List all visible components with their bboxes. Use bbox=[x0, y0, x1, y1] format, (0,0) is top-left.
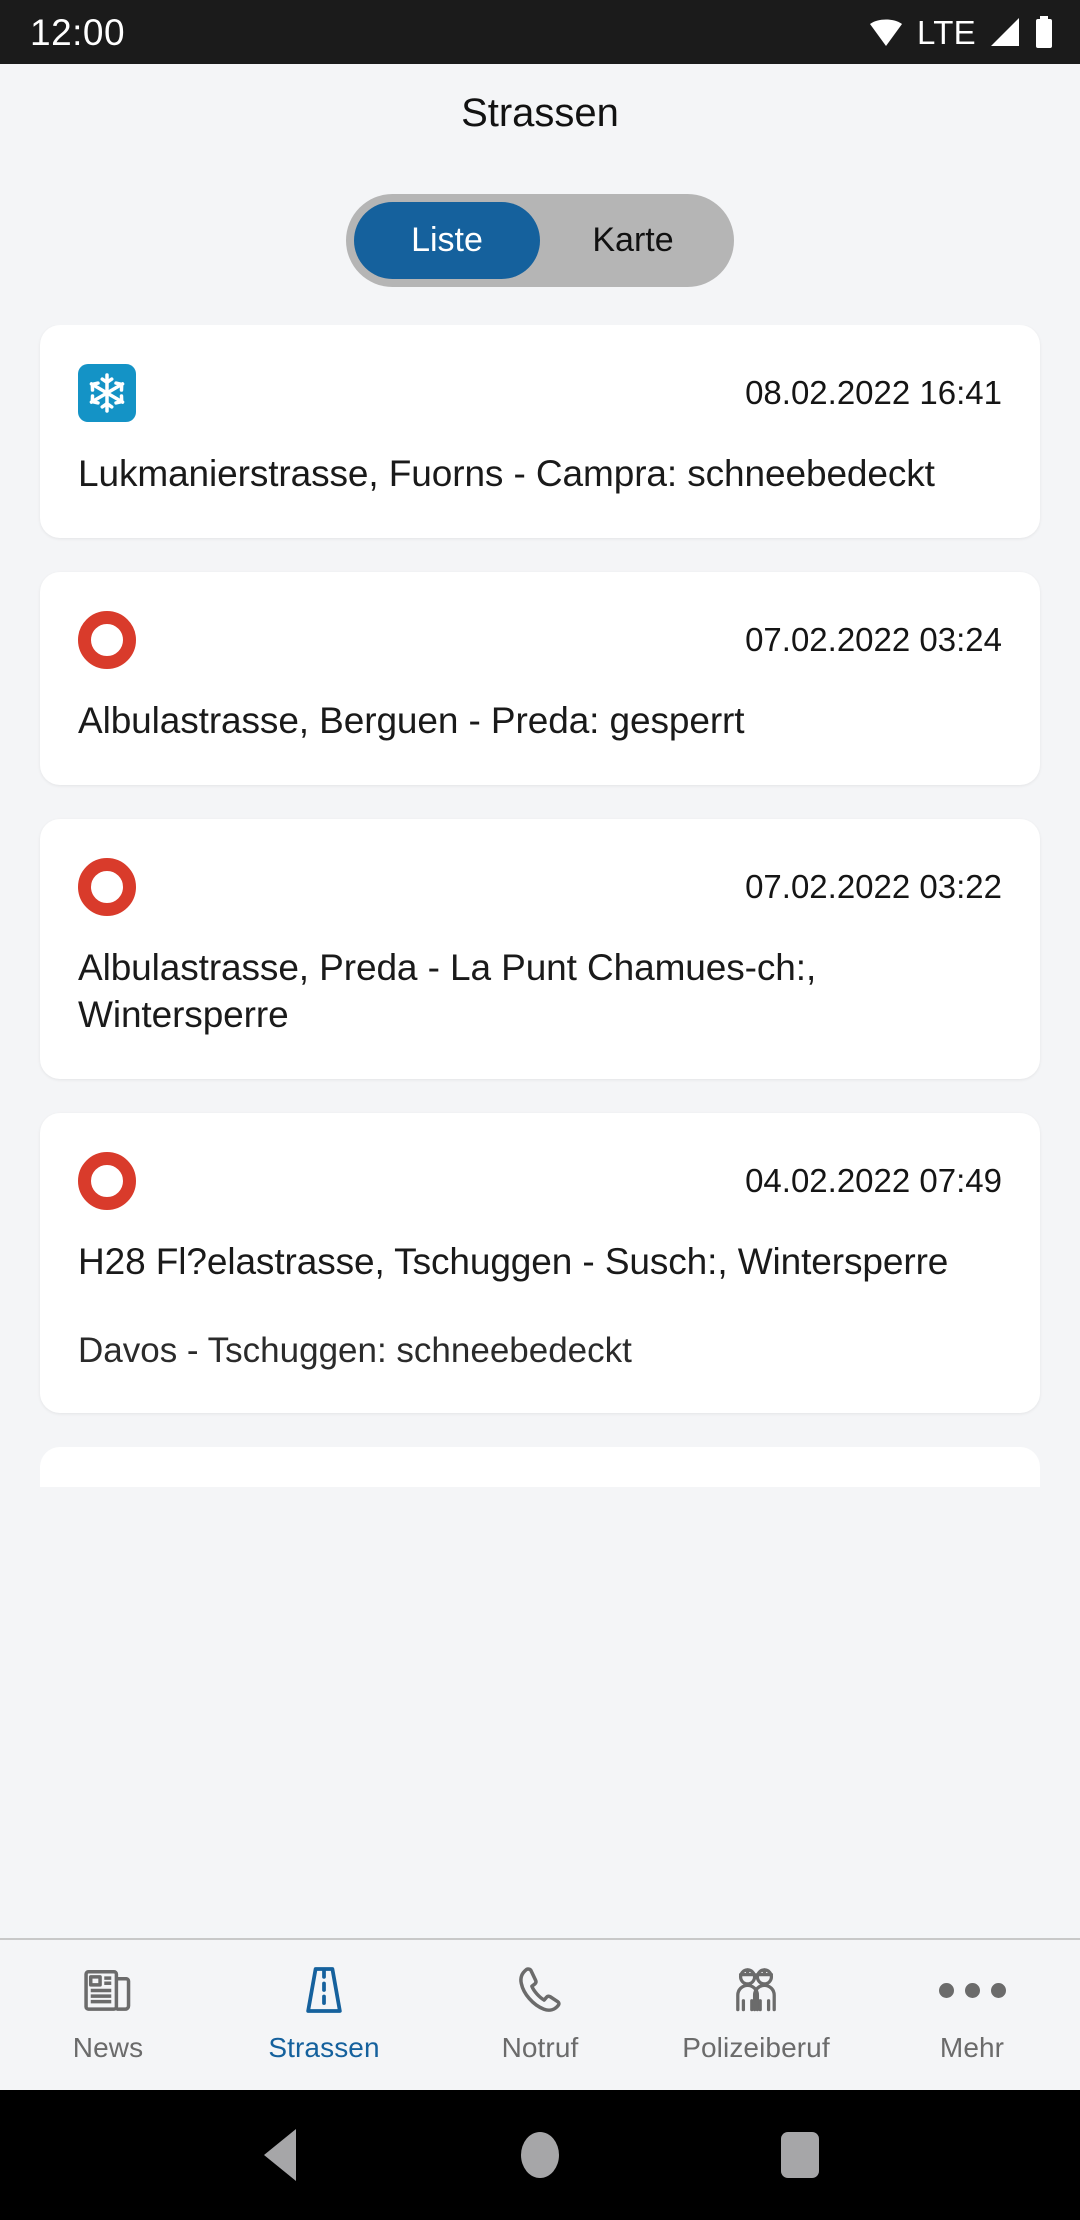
card-header-row: 07.02.2022 03:24 bbox=[78, 608, 1002, 672]
newspaper-icon bbox=[80, 1958, 136, 2022]
list-item-partial[interactable] bbox=[40, 1447, 1040, 1488]
tab-label: Mehr bbox=[939, 2032, 1005, 2063]
card-title: Albulastrasse, Berguen - Preda: gesperrt bbox=[78, 699, 745, 741]
phone-icon bbox=[512, 1958, 568, 2022]
road-closed-icon bbox=[78, 1151, 136, 1210]
home-button[interactable] bbox=[495, 2110, 585, 2200]
list-item[interactable]: 08.02.2022 16:41 Lukmanierstrasse, Fuorn… bbox=[40, 325, 1040, 538]
card-title: H28 Fl?elastrasse, Tschuggen - Susch:, W… bbox=[78, 1240, 949, 1282]
card-timestamp: 04.02.2022 07:49 bbox=[745, 1161, 1002, 1199]
card-subtitle: Davos - Tschuggen: schneebedeckt bbox=[78, 1330, 632, 1370]
signal-icon bbox=[989, 17, 1021, 47]
more-dots-icon bbox=[938, 1958, 1006, 2022]
segment-karte[interactable]: Karte bbox=[540, 202, 726, 279]
card-title: Lukmanierstrasse, Fuorns - Campra: schne… bbox=[78, 453, 935, 494]
tab-news[interactable]: News bbox=[0, 1958, 216, 2064]
app-header: Strassen bbox=[0, 64, 1080, 162]
system-navigation-bar bbox=[0, 2090, 1080, 2220]
tab-label: Polizeiberuf bbox=[682, 2032, 830, 2063]
card-header-row: 08.02.2022 16:41 bbox=[78, 361, 1002, 425]
network-type-label: LTE bbox=[917, 13, 976, 51]
people-icon bbox=[728, 1958, 784, 2022]
list-item[interactable]: 07.02.2022 03:24 Albulastrasse, Berguen … bbox=[40, 571, 1040, 785]
road-closed-icon bbox=[78, 857, 136, 916]
wifi-icon bbox=[868, 17, 904, 47]
phone-screen: 12:00 LTE Strassen Liste Karte 08.02.202… bbox=[0, 0, 1080, 2220]
view-mode-switcher: Liste Karte bbox=[0, 162, 1080, 325]
status-bar: 12:00 LTE bbox=[0, 0, 1080, 64]
tab-mehr[interactable]: Mehr bbox=[864, 1958, 1080, 2064]
card-timestamp: 08.02.2022 16:41 bbox=[745, 374, 1002, 411]
card-header-row: 04.02.2022 07:49 bbox=[78, 1149, 1002, 1213]
segment-liste[interactable]: Liste bbox=[354, 202, 540, 279]
tab-strassen[interactable]: Strassen bbox=[216, 1958, 432, 2064]
tab-polizeiberuf[interactable]: Polizeiberuf bbox=[648, 1958, 864, 2064]
card-header-row: 07.02.2022 03:22 bbox=[78, 855, 1002, 919]
tab-label: Strassen bbox=[268, 2032, 380, 2063]
battery-icon bbox=[1034, 16, 1054, 48]
tab-notruf[interactable]: Notruf bbox=[432, 1958, 648, 2064]
snowflake-icon bbox=[78, 364, 136, 422]
status-indicators: LTE bbox=[868, 16, 1054, 49]
card-timestamp: 07.02.2022 03:22 bbox=[745, 867, 1002, 905]
road-closed-icon bbox=[78, 610, 136, 669]
list-item[interactable]: 07.02.2022 03:22 Albulastrasse, Preda - … bbox=[40, 818, 1040, 1079]
recent-apps-button[interactable] bbox=[755, 2110, 845, 2200]
bottom-tab-bar: News Strassen Notruf Polizeiberuf Mehr bbox=[0, 1938, 1080, 2090]
road-report-list[interactable]: 08.02.2022 16:41 Lukmanierstrasse, Fuorn… bbox=[0, 325, 1080, 1938]
page-title: Strassen bbox=[461, 90, 619, 135]
tab-label: News bbox=[72, 2032, 144, 2063]
card-timestamp: 07.02.2022 03:24 bbox=[745, 620, 1002, 658]
segmented-control-track: Liste Karte bbox=[346, 194, 734, 287]
status-clock: 12:00 bbox=[30, 11, 126, 53]
card-title: Albulastrasse, Preda - La Punt Chamues-c… bbox=[78, 946, 817, 1035]
road-icon bbox=[296, 1958, 352, 2022]
list-item[interactable]: 04.02.2022 07:49 H28 Fl?elastrasse, Tsch… bbox=[40, 1112, 1040, 1414]
tab-label: Notruf bbox=[501, 2032, 579, 2063]
back-button[interactable] bbox=[235, 2110, 325, 2200]
